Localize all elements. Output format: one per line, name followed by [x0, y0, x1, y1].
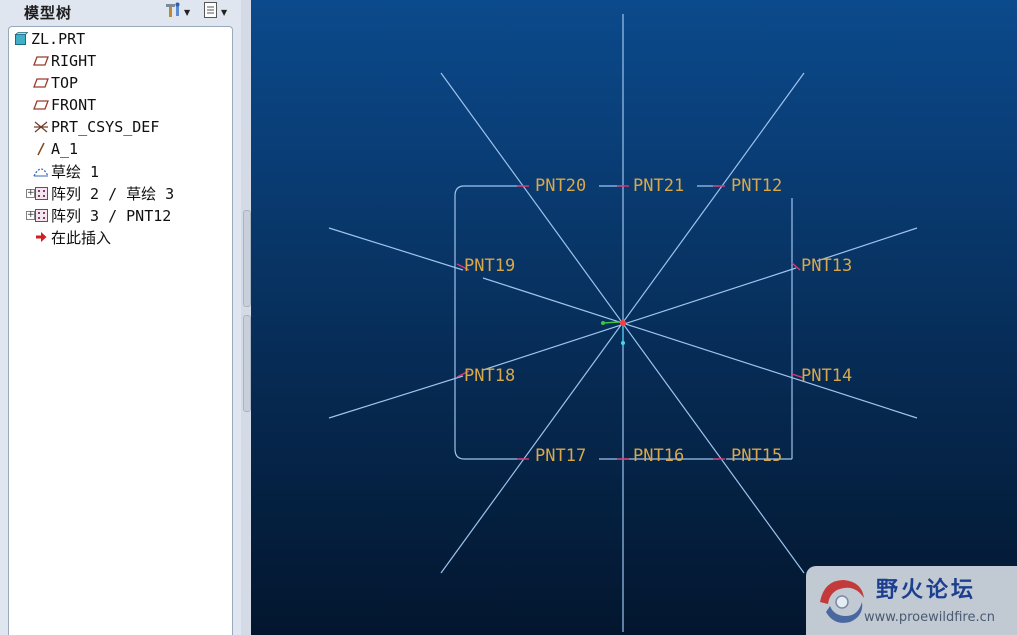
point-label: PNT13: [801, 256, 852, 276]
csys-origin: [601, 320, 626, 345]
csys-icon: [33, 119, 49, 135]
model-tree-header: 模型树 ▼ ▼: [0, 0, 241, 24]
point-label: PNT16: [633, 446, 684, 466]
tree-item-label: 在此插入: [51, 228, 112, 247]
tree-item-front[interactable]: FRONT: [33, 95, 96, 115]
datum-plane-icon: [33, 75, 49, 91]
datum-plane-icon: [33, 53, 49, 69]
tree-item-label: 阵列 2 / 草绘 3: [51, 184, 175, 203]
tree-item-label: 草绘 1: [51, 162, 100, 181]
model-geometry: PNT20 PNT21 PNT12 PNT19 PNT13 PNT18 PNT1…: [328, 14, 918, 632]
part-icon: [13, 31, 29, 47]
tree-show-button[interactable]: ▼: [203, 1, 228, 23]
point-label: PNT18: [464, 366, 515, 386]
point-label: PNT19: [464, 256, 515, 276]
sketch-line: [482, 267, 797, 371]
tree-item-top[interactable]: TOP: [33, 73, 78, 93]
tree-show-icon: [203, 1, 219, 23]
insert-here-icon: [33, 229, 49, 245]
tree-settings-button[interactable]: ▼: [164, 2, 191, 22]
tree-item-sketch-1[interactable]: 草绘 1: [33, 161, 99, 181]
tree-item-pattern-3[interactable]: + 阵列 3 / PNT12: [26, 205, 172, 225]
point-label: PNT15: [731, 446, 782, 466]
tree-item-label: A_1: [51, 140, 79, 158]
expand-toggle[interactable]: +: [26, 189, 35, 198]
datum-plane-icon: [33, 97, 49, 113]
expand-toggle[interactable]: +: [26, 211, 35, 220]
watermark-url: www.proewildfire.cn: [864, 610, 995, 625]
tree-item-label: TOP: [51, 74, 79, 92]
pattern-icon: [33, 207, 49, 223]
tree-item-label: FRONT: [51, 96, 97, 114]
datum-axis-icon: [33, 141, 49, 157]
model-tree-title: 模型树: [24, 4, 73, 22]
tree-item-label: RIGHT: [51, 52, 97, 70]
watermark: 野火论坛 www.proewildfire.cn: [806, 566, 1017, 635]
point-label: PNT17: [535, 446, 586, 466]
point-label: PNT20: [535, 176, 586, 196]
model-tree: ZL.PRT RIGHT TOP FRONT PRT_CSYS_DEF A_1 …: [8, 26, 233, 635]
splitter-grip[interactable]: [243, 315, 251, 412]
point-label: PNT14: [801, 366, 852, 386]
tree-item-part[interactable]: ZL.PRT: [13, 29, 85, 49]
sketch-icon: [33, 163, 49, 179]
tree-item-label: 阵列 3 / PNT12: [51, 206, 172, 225]
watermark-logo-icon: [812, 572, 870, 634]
tree-item-label: PRT_CSYS_DEF: [51, 118, 160, 136]
sketch-line: [454, 185, 523, 460]
tree-item-axis[interactable]: A_1: [33, 139, 78, 159]
splitter-grip[interactable]: [243, 210, 251, 307]
tree-item-csys[interactable]: PRT_CSYS_DEF: [33, 117, 159, 137]
panel-splitter[interactable]: [241, 0, 251, 635]
tree-item-right[interactable]: RIGHT: [33, 51, 96, 71]
tree-item-label: ZL.PRT: [31, 30, 86, 48]
chevron-down-icon: ▼: [184, 7, 191, 17]
watermark-name: 野火论坛: [876, 578, 977, 603]
point-label: PNT21: [633, 176, 684, 196]
graphics-viewport[interactable]: PNT20 PNT21 PNT12 PNT19 PNT13 PNT18 PNT1…: [251, 0, 1017, 635]
model-tree-panel: 模型树 ▼ ▼ ZL.PRT RIGHT TOP FRONT PRT_CSYS_…: [0, 0, 241, 635]
tree-item-pattern-2[interactable]: + 阵列 2 / 草绘 3: [26, 183, 175, 203]
sketch-line: [328, 375, 464, 419]
tree-item-insert-here[interactable]: 在此插入: [33, 227, 111, 247]
chevron-down-icon: ▼: [221, 7, 228, 17]
pattern-icon: [33, 185, 49, 201]
point-label: PNT12: [731, 176, 782, 196]
tree-settings-icon: [164, 2, 182, 22]
sketch-line: [328, 227, 464, 271]
